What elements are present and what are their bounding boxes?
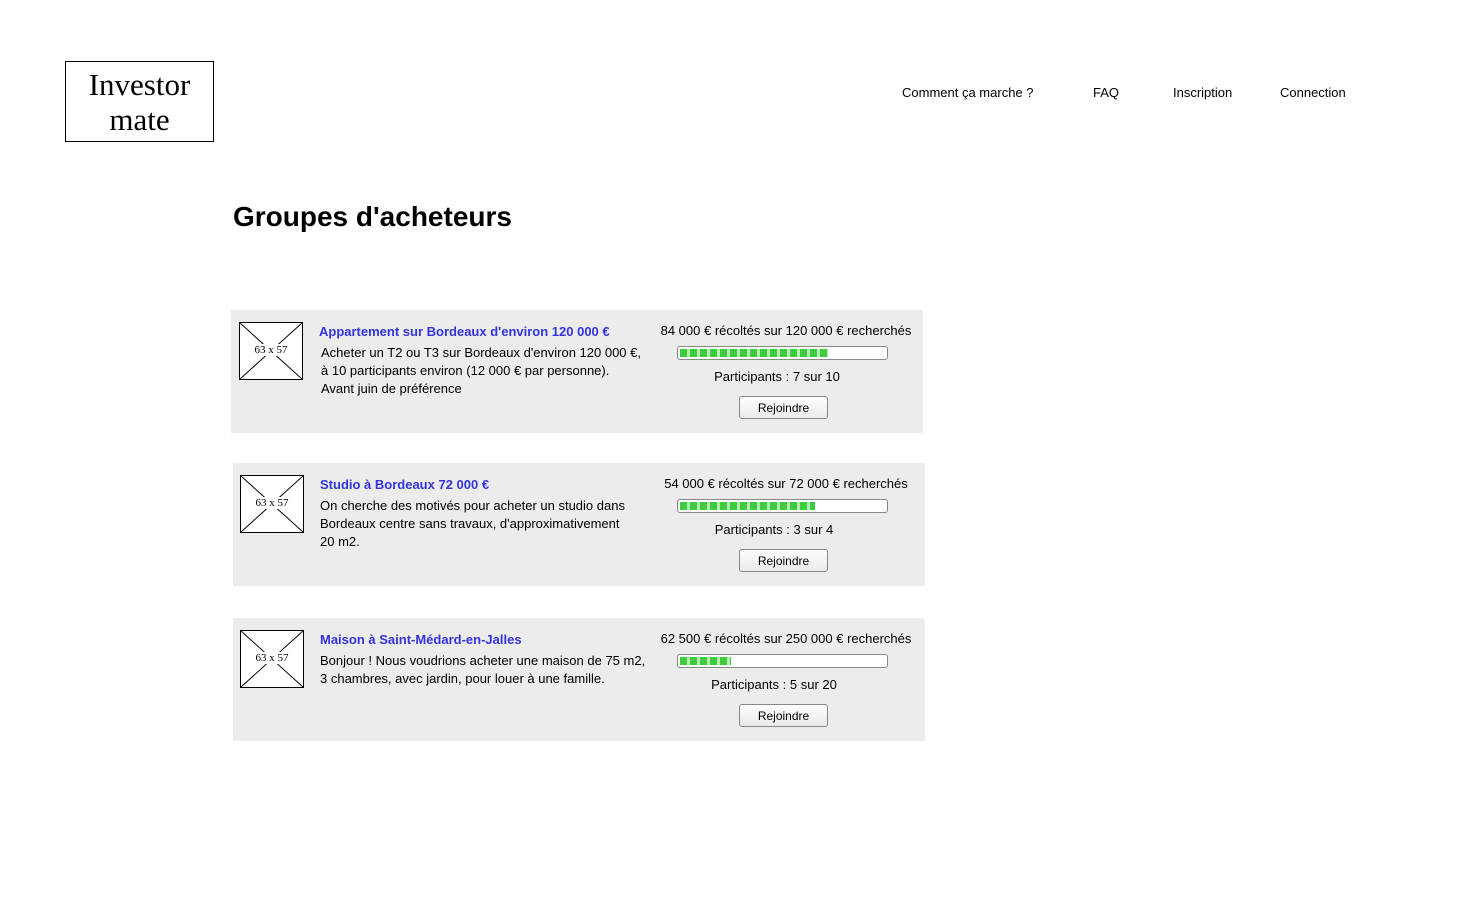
image-placeholder: 63 x 57: [240, 630, 304, 688]
description-line: Bonjour ! Nous voudrions acheter une mai…: [320, 653, 646, 668]
group-card: 63 x 57 Appartement sur Bordeaux d'envir…: [231, 310, 923, 433]
logo-line-1: Investor: [88, 66, 191, 102]
group-description: Acheter un T2 ou T3 sur Bordeaux d'envir…: [321, 344, 651, 398]
group-card: 63 x 57 Maison à Saint-Médard-en-Jalles …: [233, 618, 925, 741]
nav-how-it-works-link[interactable]: Comment ça marche ?: [902, 85, 1034, 100]
participants-count: Participants : 7 sur 10: [714, 369, 840, 384]
join-button[interactable]: Rejoindre: [739, 396, 828, 419]
group-title-link[interactable]: Studio à Bordeaux 72 000 €: [320, 477, 489, 492]
description-line: Acheter un T2 ou T3 sur Bordeaux d'envir…: [321, 345, 641, 360]
page-title: Groupes d'acheteurs: [233, 201, 512, 232]
join-button[interactable]: Rejoindre: [739, 704, 828, 727]
funding-progress-bar: [677, 499, 888, 513]
description-line: 20 m2.: [320, 534, 360, 549]
image-placeholder-size: 63 x 57: [253, 652, 291, 664]
group-title-link[interactable]: Appartement sur Bordeaux d'environ 120 0…: [319, 324, 610, 339]
image-placeholder-size: 63 x 57: [252, 344, 290, 356]
group-title-link[interactable]: Maison à Saint-Médard-en-Jalles: [320, 632, 522, 647]
description-line: Avant juin de préférence: [321, 381, 462, 396]
progress-fill: [680, 502, 815, 510]
description-line: à 10 participants environ (12 000 € par …: [321, 363, 610, 378]
funds-raised-text: 84 000 € récoltés sur 120 000 € recherch…: [660, 323, 912, 338]
group-card: 63 x 57 Studio à Bordeaux 72 000 € On ch…: [233, 463, 925, 586]
funding-progress-bar: [677, 654, 888, 668]
image-placeholder: 63 x 57: [239, 322, 303, 380]
funding-progress-bar: [677, 346, 888, 360]
nav-signup-link[interactable]: Inscription: [1173, 85, 1232, 100]
description-line: On cherche des motivés pour acheter un s…: [320, 498, 625, 513]
image-placeholder-size: 63 x 57: [253, 497, 291, 509]
group-description: On cherche des motivés pour acheter un s…: [320, 497, 650, 551]
image-placeholder: 63 x 57: [240, 475, 304, 533]
funds-raised-text: 62 500 € récoltés sur 250 000 € recherch…: [660, 631, 912, 646]
description-line: Bordeaux centre sans travaux, d'approxim…: [320, 516, 620, 531]
participants-count: Participants : 3 sur 4: [714, 522, 834, 537]
funds-raised-text: 54 000 € récoltés sur 72 000 € recherché…: [664, 476, 908, 491]
description-line: 3 chambres, avec jardin, pour louer à un…: [320, 671, 605, 686]
logo-line-2: mate: [109, 101, 170, 137]
participants-count: Participants : 5 sur 20: [711, 677, 837, 692]
nav-login-link[interactable]: Connection: [1280, 85, 1346, 100]
nav-faq-link[interactable]: FAQ: [1093, 85, 1119, 100]
join-button[interactable]: Rejoindre: [739, 549, 828, 572]
logo[interactable]: Investor mate: [65, 61, 214, 142]
progress-fill: [680, 349, 828, 357]
progress-fill: [680, 657, 731, 665]
group-description: Bonjour ! Nous voudrions acheter une mai…: [320, 652, 650, 688]
